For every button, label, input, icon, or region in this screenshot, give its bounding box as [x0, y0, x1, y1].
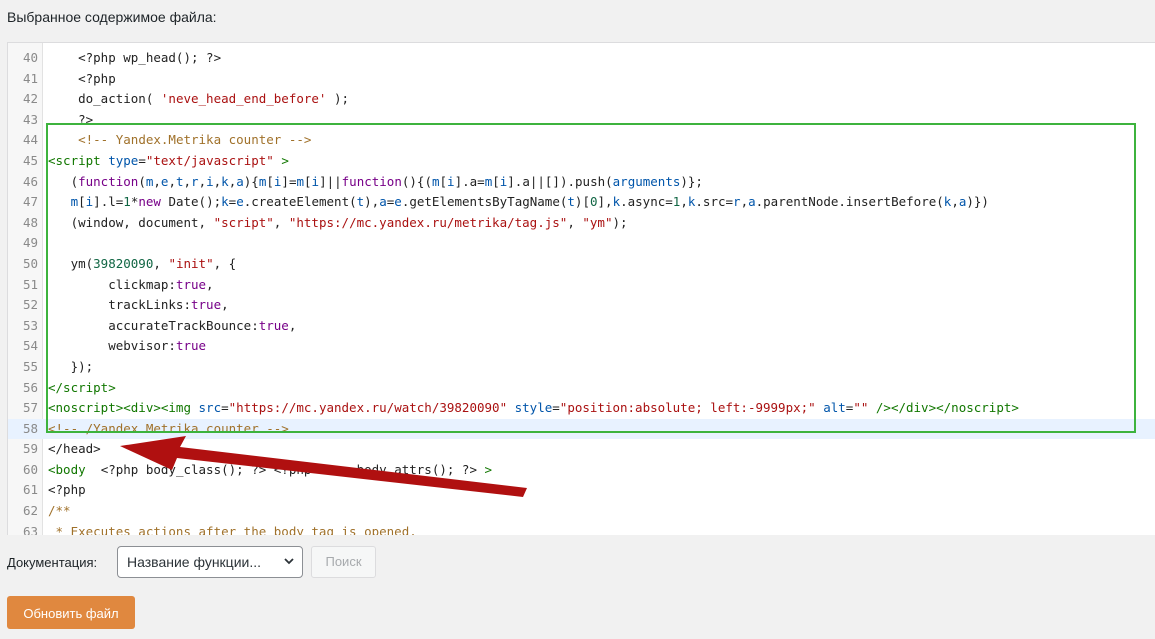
code-line[interactable]: 60 <body <?php body_class(); ?> <?php nev… — [8, 460, 1155, 481]
line-number: 58 — [22, 420, 38, 436]
code-line[interactable]: 45 <script type="text/javascript" > — [8, 151, 1155, 172]
line-number: 63 — [22, 523, 38, 535]
line-number: 43 — [22, 111, 38, 127]
code-line[interactable]: 50 ym(39820090, "init", { — [8, 254, 1155, 275]
code-line[interactable]: 40 <?php wp_head(); ?> — [8, 48, 1155, 69]
line-number: 55 — [22, 358, 38, 374]
code-text: /** — [48, 503, 71, 519]
code-editor[interactable]: 40 <?php wp_head(); ?> 41 <?php 42 do_acti… — [7, 42, 1155, 535]
code-line[interactable]: 44 <!-- Yandex.Metrika counter --> — [8, 130, 1155, 151]
code-text: <?php — [48, 482, 86, 498]
code-line[interactable]: 62 /** — [8, 501, 1155, 522]
code-text: ?> — [48, 111, 94, 127]
function-name-select-value: Название функции... — [127, 554, 261, 570]
code-text: (function(m,e,t,r,i,k,a){m[i]=m[i]||func… — [48, 173, 703, 189]
line-number: 53 — [22, 317, 38, 333]
line-number: 62 — [22, 503, 38, 519]
line-number: 57 — [22, 400, 38, 416]
code-line[interactable]: 56 </script> — [8, 378, 1155, 399]
code-text: <noscript><div><img src="https://mc.yand… — [48, 400, 1019, 416]
code-line[interactable]: 55 }); — [8, 357, 1155, 378]
code-text: <!-- /Yandex.Metrika counter --> — [48, 420, 289, 436]
code-lines[interactable]: 40 <?php wp_head(); ?> 41 <?php 42 do_acti… — [8, 48, 1155, 535]
search-button[interactable]: Поиск — [311, 546, 376, 578]
code-text: trackLinks:true, — [48, 297, 229, 313]
code-line[interactable]: 42 do_action( 'neve_head_end_before' ); — [8, 89, 1155, 110]
line-number: 61 — [22, 482, 38, 498]
code-text: <body <?php body_class(); ?> <?php neve_… — [48, 461, 493, 477]
line-number: 60 — [22, 461, 38, 477]
line-number: 44 — [22, 132, 38, 148]
code-text: </script> — [48, 379, 116, 395]
line-number: 54 — [22, 338, 38, 354]
line-number: 56 — [22, 379, 38, 395]
code-line[interactable]: 43 ?> — [8, 110, 1155, 131]
chevron-down-icon — [284, 558, 294, 565]
code-text: <?php — [48, 70, 116, 86]
line-number: 41 — [22, 70, 38, 86]
line-number: 48 — [22, 214, 38, 230]
line-number: 50 — [22, 255, 38, 271]
code-text: webvisor:true — [48, 338, 207, 354]
line-number: 46 — [22, 173, 38, 189]
code-line[interactable]: 61 <?php — [8, 480, 1155, 501]
code-line[interactable]: 54 webvisor:true — [8, 336, 1155, 357]
documentation-label: Документация: — [7, 555, 98, 570]
code-line[interactable]: 51 clickmap:true, — [8, 275, 1155, 296]
code-text: m[i].l=1*new Date();k=e.createElement(t)… — [70, 194, 989, 210]
code-line[interactable]: 58 <!-- /Yandex.Metrika counter --> — [8, 418, 1155, 440]
code-line[interactable]: 63 * Executes actions after the body tag… — [8, 522, 1155, 535]
code-text: (window, document, "script", "https://mc… — [48, 214, 628, 230]
code-line[interactable]: 52 trackLinks:true, — [8, 295, 1155, 316]
code-text: clickmap:true, — [48, 276, 214, 292]
code-text: do_action( 'neve_head_end_before' ); — [48, 91, 350, 107]
code-text: ym(39820090, "init", { — [48, 255, 237, 271]
line-number: 59 — [22, 441, 38, 457]
code-text: accurateTrackBounce:true, — [48, 317, 297, 333]
line-number: 51 — [22, 276, 38, 292]
line-number: 40 — [22, 50, 38, 65]
line-number: 49 — [22, 235, 38, 251]
code-line[interactable]: 46 (function(m,e,t,r,i,k,a){m[i]=m[i]||f… — [8, 172, 1155, 193]
code-line[interactable]: 41 <?php — [8, 69, 1155, 90]
line-number: 45 — [22, 152, 38, 168]
code-text: * Executes actions after the body tag is… — [48, 523, 417, 535]
code-text: }); — [48, 358, 94, 374]
update-file-button[interactable]: Обновить файл — [7, 596, 135, 629]
code-text: <!-- Yandex.Metrika counter --> — [78, 132, 312, 148]
code-line[interactable]: 49 — [8, 233, 1155, 254]
function-name-select[interactable]: Название функции... — [117, 546, 303, 578]
code-line[interactable]: 47 m[i].l=1*new Date();k=e.createElement… — [8, 192, 1155, 213]
line-number: 47 — [22, 194, 38, 210]
code-line[interactable]: 57 <noscript><div><img src="https://mc.ya… — [8, 398, 1155, 419]
line-number: 52 — [22, 297, 38, 313]
section-title: Выбранное содержимое файла: — [7, 9, 217, 25]
code-text: <script type="text/javascript" > — [48, 152, 289, 168]
code-text: </head> — [48, 441, 101, 457]
code-line[interactable]: 59 </head> — [8, 439, 1155, 460]
code-line[interactable]: 53 accurateTrackBounce:true, — [8, 316, 1155, 337]
line-number: 42 — [22, 91, 38, 107]
code-line[interactable]: 48 (window, document, "script", "https:/… — [8, 213, 1155, 234]
code-text: <?php wp_head(); ?> — [48, 50, 222, 65]
